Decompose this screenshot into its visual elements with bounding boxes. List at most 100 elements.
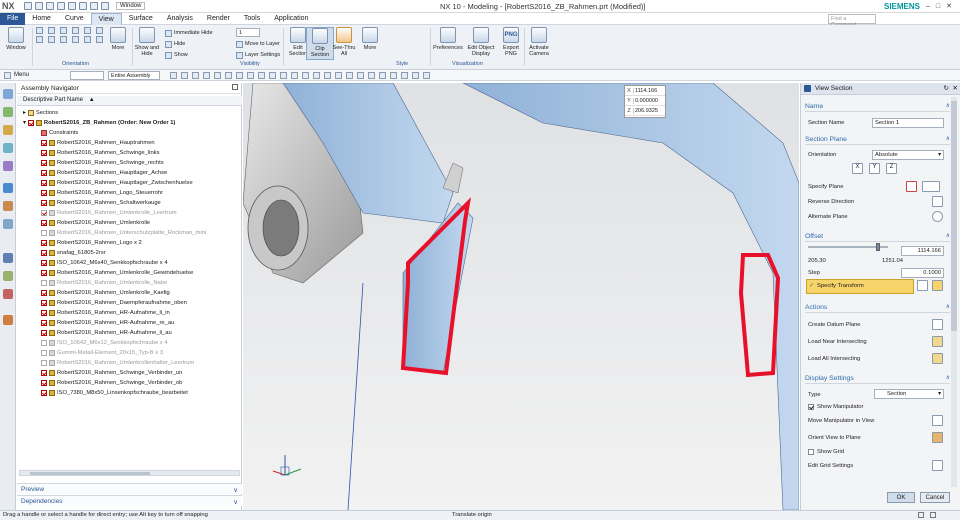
tree-node[interactable]: RobertS2016_Rahmen_Schwinge_rechts: [17, 158, 242, 168]
preferences-button[interactable]: Preferences: [432, 27, 464, 51]
tree-node[interactable]: RobertS2016_Rahmen_Logo x 2: [17, 238, 242, 248]
view-left-icon[interactable]: [96, 36, 103, 43]
visibility-checkbox[interactable]: [41, 300, 47, 306]
create-datum-plane-icon[interactable]: [932, 319, 943, 330]
web-browser-tab-icon[interactable]: [3, 183, 13, 193]
tree-node[interactable]: RobertS2016_Rahmen_Umlenkrolle_Kaefig: [17, 288, 242, 298]
layer-settings-button[interactable]: Layer Settings: [236, 51, 280, 59]
process-studio-tab-icon[interactable]: [3, 253, 13, 263]
control-point-icon[interactable]: [225, 72, 232, 79]
visibility-checkbox[interactable]: [41, 160, 47, 166]
cut-icon[interactable]: [57, 2, 65, 10]
tree-node[interactable]: ▾ RobertS2016_ZB_Rahmen (Order: New Order…: [17, 118, 242, 128]
visibility-checkbox[interactable]: [41, 260, 47, 266]
system-materials-tab-icon[interactable]: [3, 219, 13, 229]
dialog-scrollbar[interactable]: [951, 97, 957, 487]
view-rotate-icon[interactable]: [72, 27, 79, 34]
tangent-icon[interactable]: [346, 72, 353, 79]
redo-icon[interactable]: [46, 2, 54, 10]
view-trimetric-icon[interactable]: [84, 27, 91, 34]
tree-node[interactable]: RobertS2016_Rahmen_Umlenkrolle_Gewindehu…: [17, 268, 242, 278]
activate-camera-button[interactable]: Activate Camera: [525, 27, 553, 57]
touch-mode-icon[interactable]: [101, 2, 109, 10]
view-center-icon[interactable]: [357, 72, 364, 79]
tree-node[interactable]: Constraints: [17, 128, 242, 138]
scrollbar-thumb[interactable]: [30, 472, 150, 475]
plane-type-dropdown[interactable]: [922, 181, 940, 192]
tree-node[interactable]: RobertS2016_Rahmen_Hauptrahmen: [17, 138, 242, 148]
tree-node[interactable]: RobertS2016_Rahmen_Logo_Steuerrohr: [17, 188, 242, 198]
hd3d-tools-tab-icon[interactable]: [3, 161, 13, 171]
tree-node[interactable]: ISO_10642_M6x40_Senkkopfschraube x 4: [17, 258, 242, 268]
orient-view-icon[interactable]: [932, 432, 943, 443]
tab-curve[interactable]: Curve: [58, 13, 91, 25]
tree-node[interactable]: RobertS2016_Rahmen_HR-Aufnahme_re_au: [17, 318, 242, 328]
view-right-icon[interactable]: [60, 36, 67, 43]
sort-ascending-icon[interactable]: ▲: [89, 97, 95, 103]
visibility-checkbox[interactable]: [41, 310, 47, 316]
tree-node[interactable]: RobertS2016_Rahmen_HR-Aufnahme_li_in: [17, 308, 242, 318]
visibility-checkbox[interactable]: [41, 350, 47, 356]
plane-y-button[interactable]: Y: [869, 163, 880, 174]
step-value-input[interactable]: 0.1000: [901, 268, 944, 278]
visibility-checkbox[interactable]: [41, 220, 47, 226]
lasso-icon[interactable]: [412, 72, 419, 79]
graphics-window[interactable]: X 1114.166 Y 0.000000 Z 206.9325: [243, 83, 799, 510]
feature-group-icon[interactable]: [379, 72, 386, 79]
visibility-checkbox[interactable]: [41, 180, 47, 186]
more-style-button[interactable]: More: [356, 27, 384, 51]
snap-toggle-icon[interactable]: [313, 72, 320, 79]
tree-node[interactable]: RobertS2016_Rahmen_Schwinge_Verbinder_un: [17, 368, 242, 378]
tree-node[interactable]: RobertS2016_Rahmen_Umlenkrolle: [17, 218, 242, 228]
offset-value-input[interactable]: 1114.166: [901, 246, 944, 256]
cancel-button[interactable]: Cancel: [920, 492, 950, 503]
tree-node[interactable]: RobertS2016_Rahmen_Schwinge_Verbinder_ob: [17, 378, 242, 388]
offset-section-header[interactable]: Offset ∧: [805, 231, 950, 242]
restore-icon[interactable]: □: [936, 3, 940, 10]
system-scenes-tab-icon[interactable]: [3, 289, 13, 299]
tree-node[interactable]: RobertS2016_Rahmen_Hauptlager_Achse: [17, 168, 242, 178]
tab-home[interactable]: Home: [25, 13, 58, 25]
transform-manipulator-icon[interactable]: [932, 280, 943, 291]
visibility-checkbox[interactable]: [41, 190, 47, 196]
history-tab-icon[interactable]: [3, 201, 13, 211]
tab-tools[interactable]: Tools: [237, 13, 267, 25]
show-and-hide-button[interactable]: Show and Hide: [133, 27, 161, 57]
end-point-icon[interactable]: [203, 72, 210, 79]
section-plane-header[interactable]: Section Plane ∧: [805, 134, 950, 145]
dependencies-accordion[interactable]: Dependencies ∨: [17, 495, 242, 506]
offset-slider-handle[interactable]: [875, 243, 880, 251]
edit-grid-icon[interactable]: [932, 460, 943, 471]
snap-point-icon[interactable]: [192, 72, 199, 79]
highlight-icon[interactable]: [390, 72, 397, 79]
filter-icon[interactable]: [170, 72, 177, 79]
show-grid-checkbox[interactable]: [808, 449, 814, 455]
view-pan-icon[interactable]: [60, 27, 67, 34]
tab-render[interactable]: Render: [200, 13, 237, 25]
tree-node[interactable]: ▸ Sections: [17, 108, 242, 118]
tree-node[interactable]: RobertS2016_Rahmen_Unterschutzplatte_Roc…: [17, 228, 242, 238]
close-icon[interactable]: ✕: [946, 2, 952, 10]
expand-icon[interactable]: ▾: [23, 120, 26, 126]
view-top-icon[interactable]: [36, 36, 43, 43]
reset-icon[interactable]: ↻: [944, 84, 949, 92]
part-navigator-tab-icon[interactable]: [3, 125, 13, 135]
visibility-checkbox[interactable]: [41, 240, 47, 246]
center-icon[interactable]: [247, 72, 254, 79]
expand-icon[interactable]: ▸: [23, 110, 26, 116]
view-zoom-icon[interactable]: [48, 27, 55, 34]
plane-dialog-icon[interactable]: [906, 181, 917, 192]
load-near-icon[interactable]: [932, 336, 943, 347]
visibility-checkbox[interactable]: [41, 290, 47, 296]
visibility-checkbox[interactable]: [41, 200, 47, 206]
layer-number-field[interactable]: 1: [236, 28, 260, 37]
view-back-icon[interactable]: [72, 36, 79, 43]
command-search-input[interactable]: Find a Command: [828, 14, 876, 28]
window-menu[interactable]: Window: [116, 2, 146, 10]
tab-surface[interactable]: Surface: [122, 13, 160, 25]
orientation-select[interactable]: Absolute ▾: [872, 150, 944, 160]
point-on-face-icon[interactable]: [280, 72, 287, 79]
transform-dialog-icon[interactable]: [917, 280, 928, 291]
visibility-checkbox[interactable]: [41, 380, 47, 386]
visibility-checkbox[interactable]: [41, 340, 47, 346]
